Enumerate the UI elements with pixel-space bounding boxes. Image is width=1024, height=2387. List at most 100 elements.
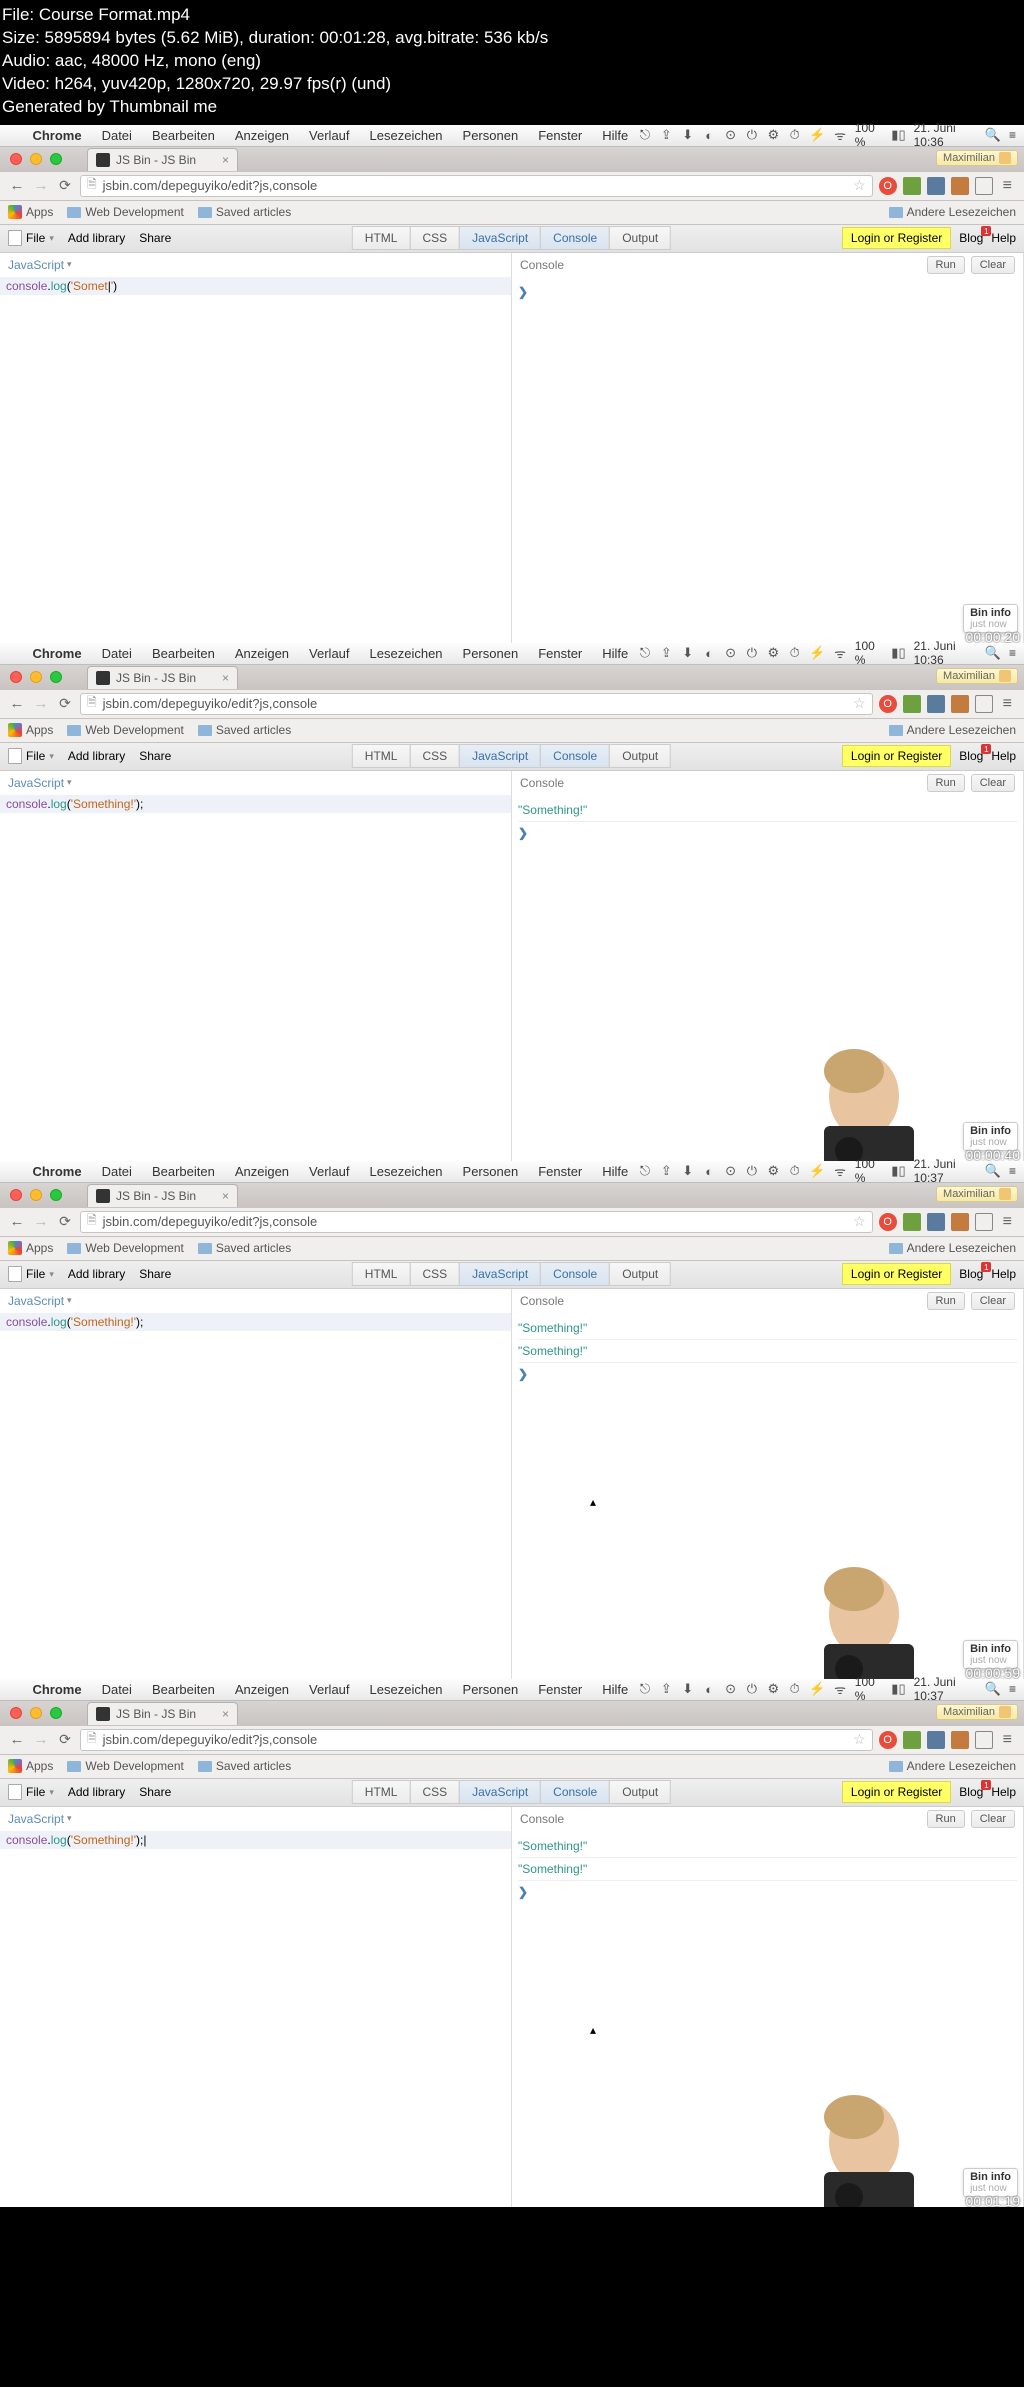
apps-shortcut[interactable]: Apps bbox=[8, 1759, 53, 1773]
bookmark-folder[interactable]: Saved articles bbox=[198, 205, 291, 219]
help-link[interactable]: Help bbox=[991, 231, 1016, 245]
tab-css[interactable]: CSS bbox=[409, 1262, 460, 1286]
console-output[interactable]: "Something!" "Something!" ❯ bbox=[512, 1831, 1023, 1903]
back-button[interactable]: ← bbox=[8, 1731, 26, 1748]
console-output[interactable]: "Something!" ❯ bbox=[512, 795, 1023, 844]
help-link[interactable]: Help bbox=[991, 1267, 1016, 1281]
menubar-status-icon[interactable]: ⚙ bbox=[767, 646, 780, 660]
mac-menu-item[interactable]: Lesezeichen bbox=[360, 646, 453, 661]
chrome-profile-badge[interactable]: Maximilian bbox=[936, 1186, 1018, 1202]
mac-app-name[interactable]: Chrome bbox=[22, 128, 91, 143]
extension-icon[interactable] bbox=[903, 1731, 921, 1749]
menubar-status-icon[interactable]: ◐ bbox=[702, 1682, 715, 1696]
reload-button[interactable]: ⟳ bbox=[56, 177, 74, 194]
code-editor[interactable]: console.log('Something!'); bbox=[0, 795, 511, 813]
back-button[interactable]: ← bbox=[8, 1213, 26, 1230]
run-button[interactable]: Run bbox=[927, 774, 965, 792]
extension-icon[interactable] bbox=[951, 177, 969, 195]
other-bookmarks[interactable]: Andere Lesezeichen bbox=[889, 1759, 1016, 1773]
mac-menu-item[interactable]: Datei bbox=[92, 128, 142, 143]
chrome-menu-icon[interactable]: ≡ bbox=[999, 1731, 1016, 1749]
blog-link[interactable]: Blog1 bbox=[959, 749, 983, 763]
extension-icon[interactable] bbox=[927, 177, 945, 195]
blog-link[interactable]: Blog1 bbox=[959, 1785, 983, 1799]
run-button[interactable]: Run bbox=[927, 1810, 965, 1828]
mac-menu-item[interactable]: Hilfe bbox=[592, 646, 638, 661]
menubar-status-icon[interactable]: ᯤ bbox=[833, 128, 846, 142]
extension-icon[interactable] bbox=[903, 1213, 921, 1231]
tab-output[interactable]: Output bbox=[609, 1262, 671, 1286]
mac-menu-item[interactable]: Anzeigen bbox=[225, 128, 299, 143]
extension-icon[interactable] bbox=[903, 695, 921, 713]
code-editor[interactable]: console.log('Something!'); bbox=[0, 1313, 511, 1331]
notification-center-icon[interactable]: ≡ bbox=[1009, 646, 1016, 660]
language-selector[interactable]: JavaScript ▾ bbox=[8, 1812, 72, 1826]
mac-menu-item[interactable]: Lesezeichen bbox=[360, 128, 453, 143]
browser-tab[interactable]: JS Bin - JS Bin × bbox=[87, 666, 238, 689]
apps-shortcut[interactable]: Apps bbox=[8, 1241, 53, 1255]
menubar-status-icon[interactable]: ⎋ bbox=[638, 646, 651, 660]
address-bar[interactable]: 🗎 jsbin.com/depeguyiko/edit?js,console ☆ bbox=[80, 1729, 873, 1751]
console-prompt-icon[interactable]: ❯ bbox=[518, 281, 1017, 299]
menubar-status-icon[interactable]: ◐ bbox=[702, 128, 715, 142]
menubar-status-icon[interactable]: ⬇ bbox=[681, 128, 694, 142]
forward-button[interactable]: → bbox=[32, 177, 50, 194]
menubar-status-icon[interactable]: ⚡ bbox=[809, 1164, 825, 1178]
battery-icon[interactable]: ▮▯ bbox=[891, 646, 905, 660]
menubar-status-icon[interactable]: ⊙ bbox=[724, 646, 737, 660]
tab-output[interactable]: Output bbox=[609, 744, 671, 768]
fullscreen-window-button[interactable] bbox=[50, 153, 62, 165]
other-bookmarks[interactable]: Andere Lesezeichen bbox=[889, 205, 1016, 219]
console-output[interactable]: "Something!" "Something!" ❯ bbox=[512, 1313, 1023, 1385]
console-prompt-icon[interactable]: ❯ bbox=[518, 1363, 1017, 1381]
tab-console[interactable]: Console bbox=[540, 1262, 610, 1286]
console-output[interactable]: ❯ bbox=[512, 277, 1023, 303]
menubar-status-icon[interactable]: ⚡ bbox=[809, 1682, 825, 1696]
menubar-status-icon[interactable]: ᯤ bbox=[833, 646, 846, 660]
minimize-window-button[interactable] bbox=[30, 1189, 42, 1201]
tab-output[interactable]: Output bbox=[609, 226, 671, 250]
extension-icon[interactable] bbox=[927, 1731, 945, 1749]
back-button[interactable]: ← bbox=[8, 177, 26, 194]
mac-menu-item[interactable]: Bearbeiten bbox=[142, 128, 225, 143]
mac-menu-item[interactable]: Datei bbox=[92, 646, 142, 661]
console-prompt-icon[interactable]: ❯ bbox=[518, 822, 1017, 840]
menubar-status-icon[interactable]: ⚡ bbox=[809, 128, 825, 142]
tab-javascript[interactable]: JavaScript bbox=[459, 744, 541, 768]
add-library-link[interactable]: Add library bbox=[68, 231, 125, 245]
close-window-button[interactable] bbox=[10, 153, 22, 165]
mac-menu-item[interactable]: Fenster bbox=[528, 1164, 592, 1179]
close-window-button[interactable] bbox=[10, 1707, 22, 1719]
extension-icon[interactable] bbox=[975, 1213, 993, 1231]
console-prompt-icon[interactable]: ❯ bbox=[518, 1881, 1017, 1899]
bookmark-star-icon[interactable]: ☆ bbox=[853, 1213, 866, 1230]
apps-shortcut[interactable]: Apps bbox=[8, 723, 53, 737]
minimize-window-button[interactable] bbox=[30, 153, 42, 165]
bookmark-folder[interactable]: Saved articles bbox=[198, 1241, 291, 1255]
clear-button[interactable]: Clear bbox=[971, 1810, 1015, 1828]
tab-javascript[interactable]: JavaScript bbox=[459, 1780, 541, 1804]
mac-menu-item[interactable]: Fenster bbox=[528, 128, 592, 143]
bookmark-folder[interactable]: Web Development bbox=[67, 205, 184, 219]
reload-button[interactable]: ⟳ bbox=[56, 1213, 74, 1230]
mac-app-name[interactable]: Chrome bbox=[22, 646, 91, 661]
menubar-status-icon[interactable]: ⇪ bbox=[660, 646, 673, 660]
extension-icon[interactable]: O bbox=[879, 1731, 897, 1749]
share-link[interactable]: Share bbox=[139, 749, 171, 763]
menubar-status-icon[interactable]: ⏱ bbox=[788, 128, 801, 142]
extension-icon[interactable] bbox=[975, 695, 993, 713]
mac-menu-item[interactable]: Verlauf bbox=[299, 128, 359, 143]
site-info-icon[interactable]: 🗎 bbox=[87, 175, 97, 196]
tab-html[interactable]: HTML bbox=[352, 226, 411, 250]
help-link[interactable]: Help bbox=[991, 1785, 1016, 1799]
mac-menu-item[interactable]: Bearbeiten bbox=[142, 646, 225, 661]
mac-menu-item[interactable]: Bearbeiten bbox=[142, 1682, 225, 1697]
bookmark-star-icon[interactable]: ☆ bbox=[853, 695, 866, 712]
extension-icon[interactable] bbox=[975, 177, 993, 195]
menubar-status-icon[interactable]: ⏻ bbox=[745, 646, 758, 660]
fullscreen-window-button[interactable] bbox=[50, 671, 62, 683]
help-link[interactable]: Help bbox=[991, 749, 1016, 763]
browser-tab[interactable]: JS Bin - JS Bin × bbox=[87, 148, 238, 171]
bookmark-star-icon[interactable]: ☆ bbox=[853, 1731, 866, 1748]
tab-css[interactable]: CSS bbox=[409, 1780, 460, 1804]
